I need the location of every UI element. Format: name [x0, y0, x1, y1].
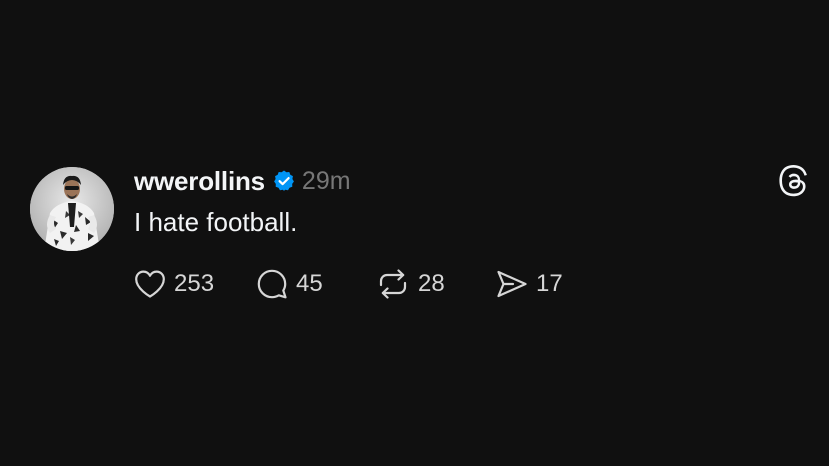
share-count: 17	[536, 270, 563, 297]
comment-icon	[257, 269, 287, 299]
repost-button[interactable]: 28	[376, 269, 496, 299]
comment-count: 45	[296, 270, 323, 297]
repost-count: 28	[418, 270, 445, 297]
username-link[interactable]: wwerollins	[134, 166, 265, 197]
threads-post: wwerollins 29m I hate football. 253 45 2…	[0, 0, 829, 466]
share-button[interactable]: 17	[496, 269, 586, 299]
comment-button[interactable]: 45	[256, 268, 376, 300]
threads-logo-icon[interactable]	[778, 165, 810, 197]
post-header: wwerollins 29m	[134, 163, 351, 199]
verified-badge-icon	[272, 169, 296, 193]
repost-icon	[379, 269, 407, 299]
avatar[interactable]	[30, 167, 114, 251]
heart-icon	[135, 270, 165, 298]
post-timestamp[interactable]: 29m	[302, 167, 351, 196]
post-actions: 253 45 28 17	[134, 266, 586, 302]
post-text: I hate football.	[134, 207, 298, 237]
avatar-image	[30, 167, 114, 251]
send-icon	[497, 270, 527, 298]
like-count: 253	[174, 270, 215, 297]
like-button[interactable]: 253	[134, 269, 256, 299]
